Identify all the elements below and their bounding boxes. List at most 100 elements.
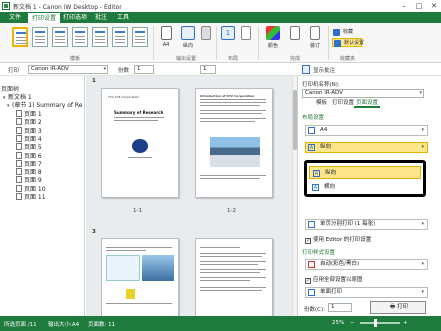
paper-source-button[interactable]	[200, 23, 212, 57]
paper-size-label: A4	[162, 42, 170, 48]
page-text-line	[128, 157, 152, 158]
page2-title: Introduction of XYZ Corporation	[200, 94, 255, 98]
copies-value-right: 1	[331, 304, 335, 310]
tree-page-item[interactable]: 页面 4	[16, 134, 42, 143]
tree-page-item[interactable]: 页面 9	[16, 176, 42, 184]
layout-value: 单页分别打印 (1 每张)	[320, 221, 376, 227]
duplex-icon	[290, 26, 300, 40]
menu-print-settings[interactable]: 打印设置	[27, 12, 62, 23]
orientation-option-landscape[interactable]: A 横向	[309, 181, 421, 194]
printer-value: Canon iR-ADV	[31, 66, 69, 72]
template-thumb-3[interactable]	[52, 27, 68, 47]
preview-page-2[interactable]: Introduction of XYZ Corporation	[195, 88, 273, 198]
template-thumb-6[interactable]	[112, 27, 128, 47]
page-text-line	[114, 120, 158, 121]
template-thumb-4[interactable]	[72, 27, 88, 47]
chevron-down-icon: ▾	[419, 90, 422, 96]
template-thumb-2[interactable]	[32, 27, 48, 47]
finishing-button[interactable]: 装订	[306, 23, 324, 57]
page-text-line	[106, 250, 146, 251]
duplex-icon	[308, 289, 315, 296]
page-text-line	[200, 277, 266, 278]
tree-page-item[interactable]: 页面 1	[16, 110, 42, 118]
tree-doc-label: 新文档 1	[8, 94, 32, 101]
layout-button[interactable]: 1	[219, 23, 237, 57]
preview-page-3[interactable]	[101, 238, 179, 316]
tab-template[interactable]: 模板	[314, 99, 329, 108]
show-annotation-toggle[interactable]	[302, 65, 310, 74]
copies-input-right[interactable]: 1	[328, 303, 352, 312]
template-thumb-1[interactable]	[12, 27, 28, 47]
layout-icon: 1	[221, 26, 235, 40]
apply-all-checkbox[interactable]: ✓ 应用全部设置以原图	[305, 275, 363, 284]
tree-page-label: 页面 10	[24, 185, 46, 193]
tree-page-item[interactable]: 页面 11	[16, 193, 46, 201]
tree-page-item[interactable]: 页面 3	[16, 126, 42, 135]
tree-page-item[interactable]: 页面 10	[16, 184, 46, 193]
use-editor-checkbox[interactable]: ✓ 使用 Editor 的打印设置	[305, 235, 371, 244]
orientation-option-portrait[interactable]: A 纵向	[309, 166, 421, 179]
tree-page-item[interactable]: 页面 2	[16, 118, 42, 126]
tree-page-item[interactable]: 页面 6	[16, 151, 42, 160]
color-mode-select[interactable]: 自动(彩色/黑白) ▾	[305, 259, 428, 270]
preview-area: 1 The XYZ Corporation Summary of Researc…	[86, 76, 292, 316]
orientation-select[interactable]: A 纵向 ▾	[305, 142, 428, 153]
printer-name-select[interactable]: Canon iR-ADV ▾	[302, 89, 424, 98]
print-button[interactable]: 🖶 打印	[370, 301, 426, 314]
maximize-button[interactable]: □	[412, 0, 426, 12]
copies-value: 1	[137, 66, 141, 72]
tree-section[interactable]: ▾ (章节 1) Summary of Re	[7, 102, 83, 110]
page-icon	[16, 143, 22, 151]
map-image	[106, 255, 140, 281]
paper-size-button[interactable]: A4	[156, 23, 176, 57]
page-text-line	[114, 117, 164, 118]
zoom-slider[interactable]	[360, 319, 400, 327]
duplex-button[interactable]	[286, 23, 304, 57]
tree-page-item[interactable]: 页面 7	[16, 159, 42, 168]
tree-page-item[interactable]: 页面 8	[16, 168, 42, 176]
preview-page-4[interactable]	[195, 238, 273, 316]
printer-select[interactable]: Canon iR-ADV ▾	[28, 65, 108, 74]
minimize-button[interactable]: –	[397, 0, 411, 12]
page-input[interactable]: 1	[200, 65, 216, 74]
chevron-down-icon: ▾	[421, 261, 424, 267]
landscape-icon: A	[312, 184, 319, 191]
favorite-item-1[interactable]: 收藏	[332, 28, 362, 37]
close-button[interactable]: ✕	[427, 0, 441, 12]
tree-page-item[interactable]: 页面 5	[16, 143, 42, 151]
finishing-label: 装订	[309, 43, 320, 49]
duplex-select[interactable]: 单面打印 ▾	[305, 287, 428, 298]
layout-select[interactable]: 单页分别打印 (1 每张) ▾	[305, 219, 428, 230]
menu-print-options[interactable]: 打印选项	[59, 12, 91, 23]
logo-globe-image	[132, 139, 148, 153]
page-text-line	[200, 287, 266, 288]
menu-tools[interactable]: 工具	[113, 12, 133, 23]
orientation-value: 纵向	[320, 144, 332, 150]
chevron-down-icon: ▾	[103, 66, 106, 72]
menu-bar: 文件 打印设置 打印选项 批注 工具	[0, 12, 441, 23]
ribbon: 模板 A4 纵向 输出设置 1 布局 颜色 装订 完成 收藏 默认设置 收藏夹	[0, 23, 441, 63]
color-button[interactable]: 颜色	[262, 23, 284, 57]
template-thumb-5[interactable]	[92, 27, 108, 47]
page-label: 1-1	[133, 208, 142, 214]
favorite-item-2[interactable]: 默认设置	[332, 38, 364, 47]
copies-input[interactable]: 1	[134, 65, 154, 74]
zoom-in-button[interactable]: +	[403, 320, 408, 326]
preview-page-1[interactable]: The XYZ Corporation Summary of Research	[101, 88, 179, 198]
tree-doc[interactable]: ▾ 新文档 1	[3, 94, 32, 102]
tab-print-settings[interactable]: 打印设置	[330, 99, 356, 108]
tree-page-label: 页面 2	[24, 119, 42, 127]
layout-split-button[interactable]	[239, 23, 253, 57]
page-text-line	[200, 247, 240, 248]
template-thumb-7[interactable]	[132, 27, 148, 47]
menu-annotation[interactable]: 批注	[91, 12, 111, 23]
tab-page-settings[interactable]: 页面设置	[354, 99, 381, 108]
tree-page-label: 页面 5	[24, 144, 42, 152]
tree-page-label: 页面 9	[24, 177, 42, 185]
page-text-line	[200, 102, 266, 103]
paper-size-select[interactable]: A4 ▾	[305, 125, 428, 136]
zoom-out-button[interactable]: −	[350, 320, 355, 326]
menu-file[interactable]: 文件	[5, 12, 25, 23]
orientation-button[interactable]: 纵向	[178, 23, 198, 57]
page-text-line	[200, 110, 266, 111]
